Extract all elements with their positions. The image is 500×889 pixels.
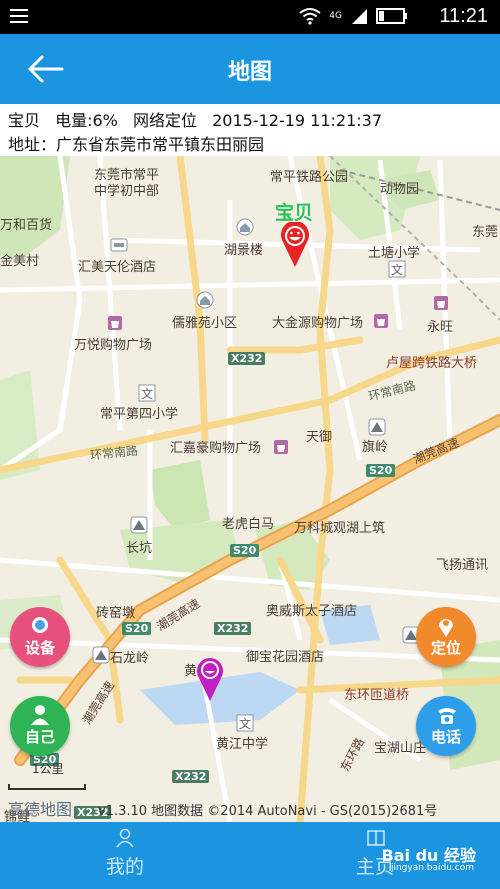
locate-mode: 网络定位	[132, 111, 197, 130]
road-badge: S20	[366, 464, 396, 477]
shopping-icon	[434, 296, 448, 310]
user-icon	[116, 828, 134, 848]
poi-label: 常平铁路公园	[270, 170, 349, 185]
poi-label: 万悦购物广场	[74, 338, 153, 353]
school-icon: 文	[138, 384, 156, 402]
nav-mine-label: 我的	[105, 856, 144, 878]
road-badge: X232	[228, 352, 266, 365]
mountain-icon	[92, 646, 110, 664]
poi-label: 汇美天伦酒店	[78, 260, 157, 275]
phone-button[interactable]: 电话	[416, 696, 476, 756]
poi-label: 奥威斯太子酒店	[266, 604, 358, 619]
watch-icon	[32, 617, 48, 633]
map-scale-bar	[8, 784, 86, 790]
poi-label: 万和百货	[0, 218, 53, 233]
poi-label: 万科城观湖上筑	[294, 521, 386, 536]
clock: 11:21	[439, 5, 488, 27]
poi-label: 金美村	[0, 254, 40, 269]
self-button[interactable]: 自己	[10, 696, 70, 756]
poi-label: 大金源购物广场	[272, 316, 364, 331]
svg-text:文: 文	[391, 262, 403, 277]
nav-mine[interactable]: 我的	[0, 822, 250, 889]
shopping-icon	[374, 314, 388, 328]
network-type: 4G	[329, 11, 342, 21]
status-row: 宝贝 电量:6% 网络定位 2015-12-19 11:21:37	[8, 107, 392, 131]
poi-label: 湖景楼	[224, 243, 264, 258]
menu-icon	[10, 9, 28, 25]
wifi-icon	[299, 8, 321, 25]
poi-label: 石龙岭	[110, 651, 150, 666]
shopping-icon	[108, 316, 122, 330]
map-logo: 高德地图	[8, 800, 73, 819]
location-icon	[439, 619, 453, 637]
poi-label: 砖窑墩	[96, 606, 136, 621]
svg-text:文: 文	[141, 386, 153, 401]
road-badge: S20	[230, 544, 260, 557]
poi-label: 飞扬通讯	[436, 558, 489, 573]
poi-label: 动物园	[380, 182, 420, 197]
residence-icon	[236, 218, 254, 236]
info-panel: 宝贝 电量:6% 网络定位 2015-12-19 11:21:37 地址：广东省…	[0, 104, 500, 156]
poi-label: 长坑	[126, 541, 153, 556]
poi-label: 土塘小学	[368, 246, 421, 261]
device-button-label: 设备	[24, 639, 55, 657]
battery-level: 电量:6%	[55, 111, 118, 130]
status-icons: 4G	[299, 7, 408, 25]
svg-text:文: 文	[239, 716, 251, 731]
map-scale-label: 1公里	[32, 762, 64, 776]
mountain-icon	[130, 516, 148, 534]
poi-label: 御宝花园酒店	[246, 650, 325, 665]
address-row: 地址：广东省东莞市常平镇东田丽园	[8, 131, 274, 155]
poi-label: 常平第四小学	[100, 407, 179, 422]
poi-label: 卢屋跨铁路大桥	[386, 356, 478, 371]
poi-label: 汇嘉豪购物广场	[170, 441, 262, 456]
shopping-icon	[274, 440, 288, 454]
poi-label: 东环匝道桥	[344, 688, 410, 703]
mountain-icon	[368, 418, 386, 436]
baby-pin-label: 宝贝	[275, 202, 314, 224]
hotel-icon	[110, 238, 128, 252]
poi-label: 老虎白马	[222, 517, 275, 532]
person-icon	[31, 705, 49, 725]
phone-icon	[438, 708, 456, 724]
poi-label: 天御	[306, 430, 333, 445]
residence-icon	[196, 291, 214, 309]
device-name: 宝贝	[8, 111, 41, 130]
road-badge: S20	[122, 622, 152, 635]
poi-label: 儒雅苑小区	[172, 316, 238, 331]
map-attribution: v1.3.10 地图数据 ©2014 AutoNavi - GS(2015)26…	[98, 804, 438, 819]
timestamp: 2015-12-19 11:21:37	[212, 111, 383, 130]
status-bar: 4G 11:21	[0, 0, 500, 34]
locate-button-label: 定位	[430, 639, 461, 657]
poi-label: 中学初中部	[94, 184, 160, 199]
poi-label: 永旺	[427, 320, 454, 335]
poi-label: 黄江中学	[216, 737, 269, 752]
school-icon: 文	[388, 260, 406, 278]
road-badge: X232	[214, 622, 252, 635]
device-location-pin-icon[interactable]	[196, 656, 224, 702]
battery-icon	[376, 8, 407, 24]
app-root: 4G 11:21 地图 宝贝 电量:6% 网络定位 2015-12-19 11:…	[0, 0, 500, 889]
locate-button[interactable]: 定位	[416, 607, 476, 667]
phone-button-label: 电话	[430, 728, 461, 746]
page-title: 地图	[227, 60, 272, 85]
road-badge: X232	[172, 770, 210, 783]
poi-label: 东莞	[472, 225, 499, 240]
poi-label: 旗岭	[362, 440, 389, 455]
baidu-watermark-url: jingyan.baidu.com	[390, 863, 474, 873]
address: 地址：广东省东莞市常平镇东田丽园	[8, 135, 265, 154]
school-icon: 文	[236, 714, 254, 732]
baby-location-pin-icon[interactable]	[280, 222, 310, 268]
self-button-label: 自己	[24, 728, 55, 746]
app-header: 地图	[0, 34, 500, 104]
device-button[interactable]: 设备	[10, 607, 70, 667]
signal-icon	[352, 9, 367, 24]
